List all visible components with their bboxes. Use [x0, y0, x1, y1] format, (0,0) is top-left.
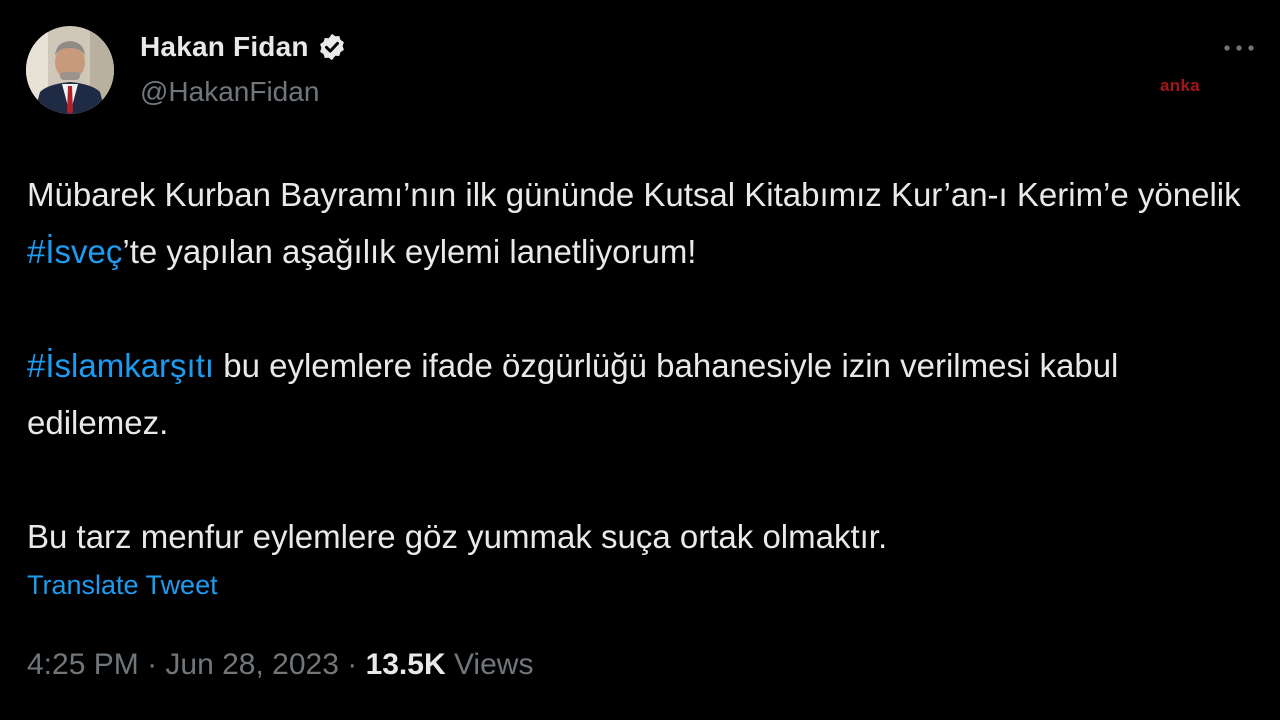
tweet-paragraph-1: Mübarek Kurban Bayramı’nın ilk gününde K… [27, 166, 1257, 280]
tweet-date[interactable]: Jun 28, 2023 [165, 648, 338, 681]
tweet-paragraph-3: Bu tarz menfur eylemlere göz yummak suça… [27, 518, 888, 555]
hashtag-link-islamkarsiti[interactable]: #İslamkarşıtı [27, 347, 214, 384]
author-name-row: Hakan Fidan [140, 28, 347, 66]
meta-separator: · [338, 648, 366, 681]
tweet-text-segment: ’te yapılan aşağılık eylemi lanetliyorum… [122, 233, 697, 270]
meta-separator: · [138, 648, 166, 681]
avatar-image [26, 26, 114, 114]
author-handle[interactable]: @HakanFidan [140, 76, 319, 108]
hashtag-link-isvec[interactable]: #İsveç [27, 233, 122, 270]
views-count[interactable]: 13.5K [366, 648, 446, 681]
watermark-logo: anka [1160, 76, 1200, 95]
avatar[interactable] [26, 26, 114, 114]
tweet-metadata: 4:25 PM · Jun 28, 2023 · 13.5K Views [27, 648, 533, 682]
verified-badge-icon [317, 32, 347, 62]
views-label: Views [445, 648, 534, 681]
more-options-icon[interactable] [1222, 38, 1256, 58]
tweet-paragraph-2: #İslamkarşıtı bu eylemlere ifade özgürlü… [27, 337, 1257, 451]
tweet-time[interactable]: 4:25 PM [27, 648, 139, 681]
translate-tweet-link[interactable]: Translate Tweet [27, 570, 218, 601]
tweet-text: Mübarek Kurban Bayramı’nın ilk gününde K… [27, 166, 1257, 565]
display-name[interactable]: Hakan Fidan [140, 31, 309, 63]
tweet-text-segment: Mübarek Kurban Bayramı’nın ilk gününde K… [27, 176, 1241, 213]
